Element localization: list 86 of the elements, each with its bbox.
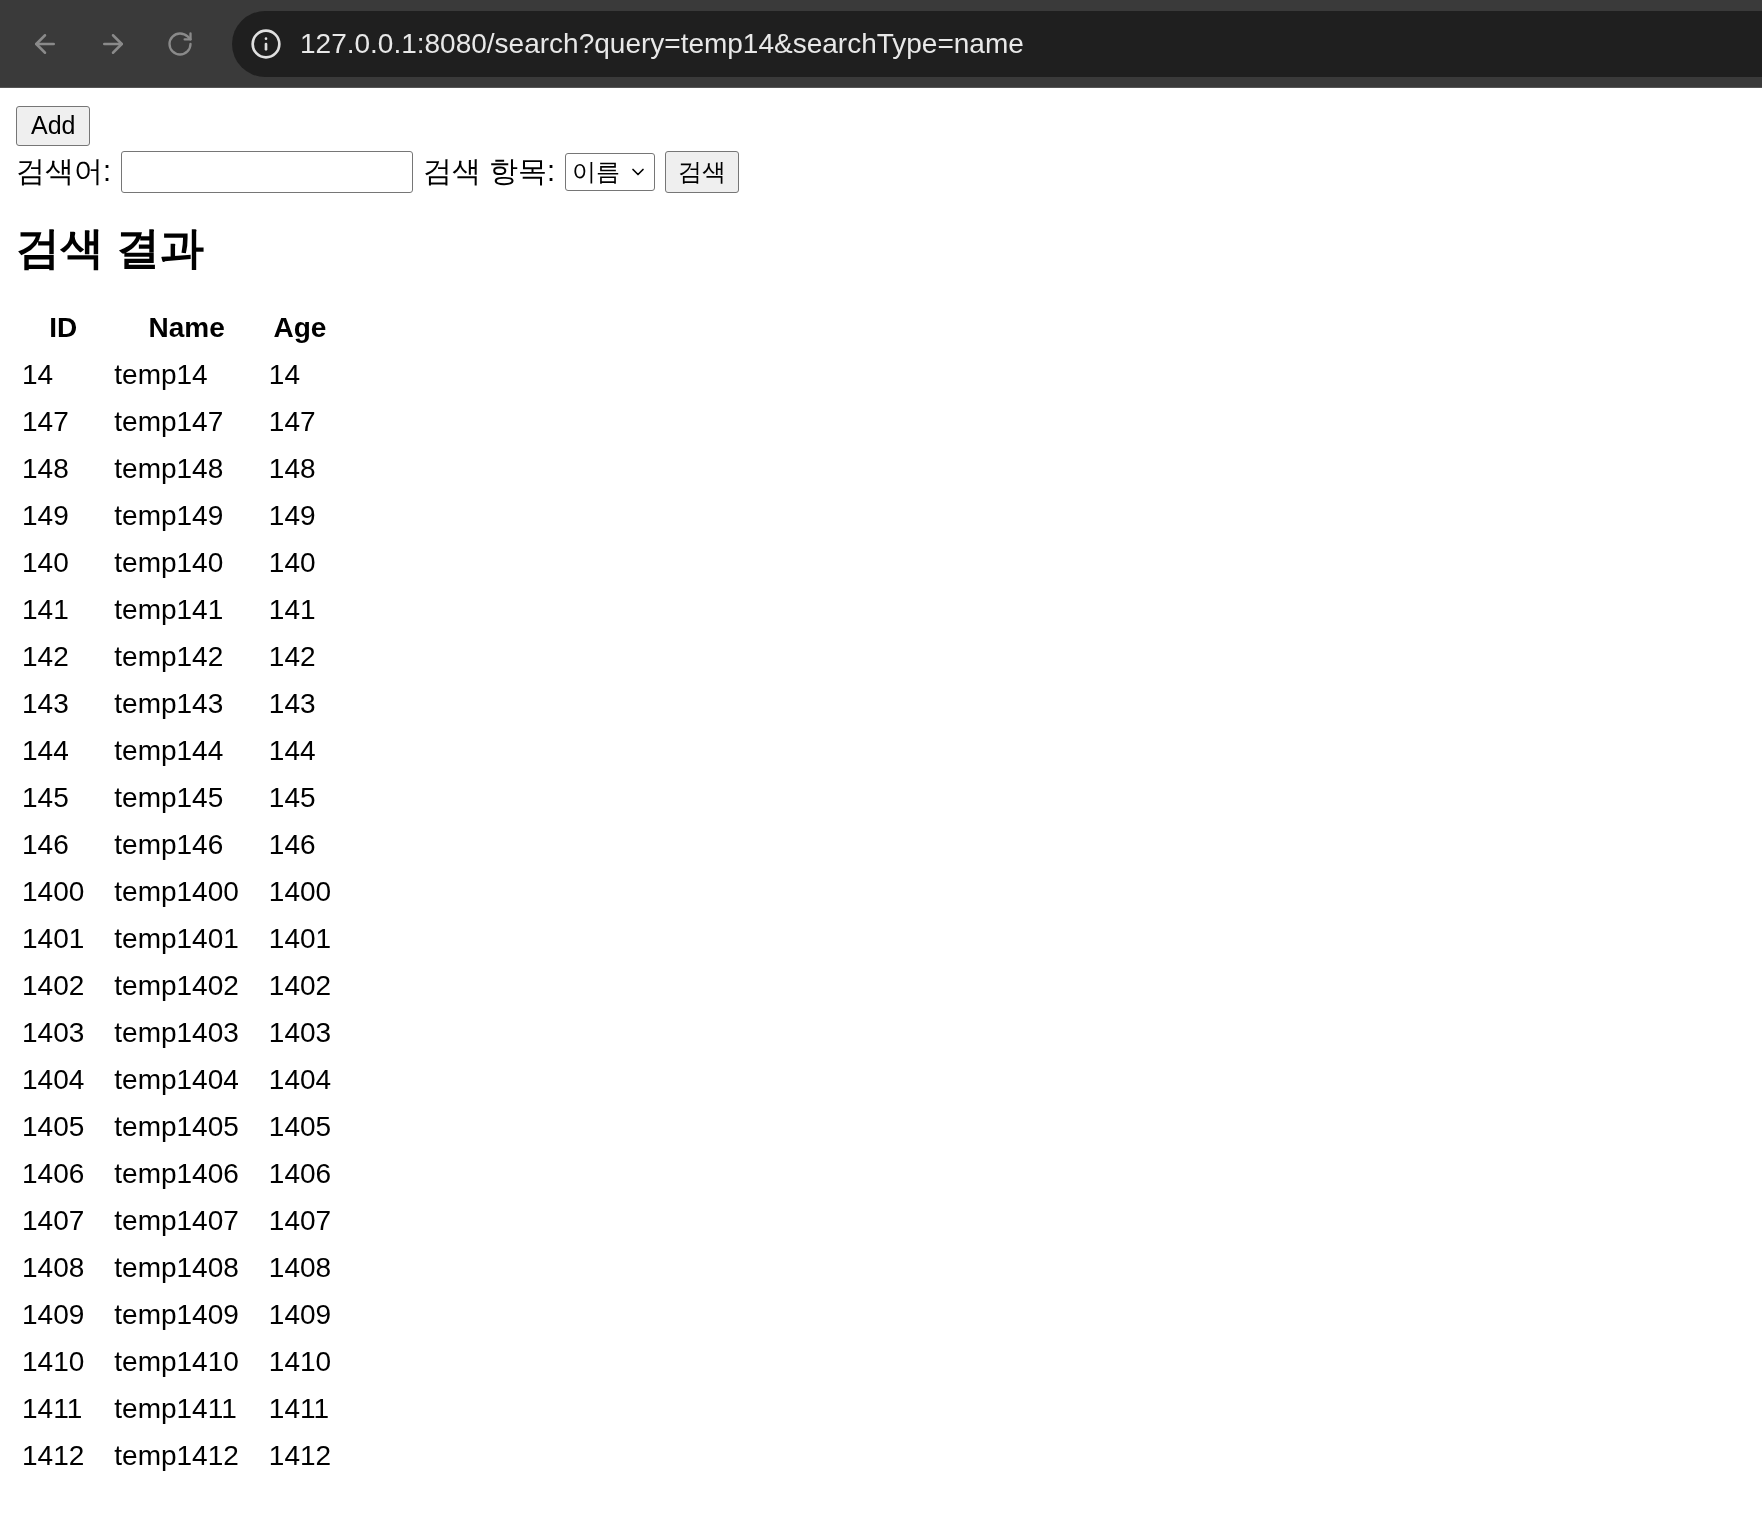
table-cell-text: temp148 (113, 452, 225, 486)
search-label: 검색어: (16, 154, 112, 189)
search-field[interactable] (121, 150, 414, 193)
table-cell-text: temp149 (113, 499, 225, 533)
table-cell-text: temp1406 (113, 1157, 240, 1191)
table-cell-text: temp1409 (113, 1298, 240, 1332)
table-cell-text: temp1404 (113, 1063, 240, 1097)
table-cell-text: 1412 (267, 1439, 333, 1473)
table-cell-text: temp1403 (113, 1016, 240, 1050)
table-cell-text: 1408 (21, 1251, 86, 1285)
table-cell-text: 141 (21, 593, 70, 627)
url-text: 127.0.0.1:8080/search?query=temp14&searchType=name (300, 26, 1024, 61)
search-button[interactable]: 검색 (665, 150, 740, 193)
table-cell-text: 140 (267, 546, 317, 580)
table-cell-text: temp1410 (113, 1345, 240, 1379)
table-cell-text: temp1405 (113, 1110, 240, 1144)
table-cell-text: 147 (267, 405, 317, 439)
column-header: Name (147, 311, 226, 345)
table-cell-text: temp143 (113, 687, 225, 721)
table-cell-text: temp1401 (113, 922, 240, 956)
table-cell-text: 1403 (267, 1016, 333, 1050)
table-cell-text: 144 (21, 734, 70, 768)
table-cell-text: 1407 (21, 1204, 86, 1238)
table-cell-text: 1404 (267, 1063, 333, 1097)
table-cell-text: 145 (21, 781, 70, 815)
table-cell-text: 148 (267, 452, 317, 486)
table-cell-text: 1403 (21, 1016, 86, 1050)
address-bar[interactable]: 127.0.0.1:8080/search?query=temp14&searchType=name (232, 10, 1762, 77)
column-header: Age (272, 311, 328, 345)
table-cell-text: temp1408 (113, 1251, 240, 1285)
table-cell-text: 1410 (21, 1345, 86, 1379)
table-cell-text: 1410 (267, 1345, 333, 1379)
table-cell-text: temp141 (113, 593, 225, 627)
table-cell-text: temp1407 (113, 1204, 240, 1238)
reload-icon[interactable] (166, 29, 194, 58)
table-cell-text: 1412 (21, 1439, 86, 1473)
table-cell-text: temp142 (113, 640, 225, 674)
table-cell-text: 1409 (267, 1298, 333, 1332)
table-cell-text: temp147 (113, 405, 225, 439)
table-cell-text: 14 (21, 358, 55, 392)
results-heading: 검색 결과 (16, 221, 206, 274)
table-cell-text: 1405 (21, 1110, 86, 1144)
table-cell-text: 146 (21, 828, 70, 862)
table-cell-text: 149 (267, 499, 317, 533)
table-cell-text: temp146 (113, 828, 225, 862)
table-cell-text: 1407 (267, 1204, 333, 1238)
table-cell-text: 1409 (21, 1298, 86, 1332)
table-cell-text: temp1402 (113, 969, 240, 1003)
table-cell-text: temp140 (113, 546, 225, 580)
table-cell-text: temp145 (113, 781, 225, 815)
table-cell-text: 142 (267, 640, 317, 674)
table-cell-text: 1402 (21, 969, 86, 1003)
table-cell-text: 141 (267, 593, 317, 627)
table-cell-text: 144 (267, 734, 317, 768)
table-cell-text: 143 (267, 687, 317, 721)
table-cell-text: 149 (21, 499, 70, 533)
table-cell-text: temp1400 (113, 875, 240, 909)
table-cell-text: 147 (21, 405, 70, 439)
table-cell-text: 1405 (267, 1110, 333, 1144)
table-cell-text: 14 (267, 358, 301, 392)
table-cell-text: 145 (267, 781, 317, 815)
table-cell-text: 146 (267, 828, 317, 862)
add-button[interactable]: Add (16, 106, 91, 146)
table-cell-text: 143 (21, 687, 70, 721)
table-cell-text: temp1412 (113, 1439, 240, 1473)
column-header: ID (48, 311, 79, 345)
info-icon[interactable] (250, 27, 282, 60)
table-cell-text: 1408 (267, 1251, 333, 1285)
table-cell-text: temp144 (113, 734, 225, 768)
table-cell-text: 1400 (21, 875, 86, 909)
table-cell-text: 140 (21, 546, 70, 580)
table-cell-text: 1406 (267, 1157, 333, 1191)
table-cell-text: 148 (21, 452, 70, 486)
table-cell-text: 1401 (267, 922, 333, 956)
table-cell-text: 1404 (21, 1063, 86, 1097)
table-cell-text: 1411 (267, 1392, 331, 1426)
table-cell-text: temp14 (113, 358, 209, 392)
search-type-select[interactable]: 이름 (565, 152, 656, 191)
table-cell-text: 142 (21, 640, 70, 674)
table-cell-text: 1406 (21, 1157, 86, 1191)
table-cell-text: 1411 (21, 1392, 84, 1426)
table-cell-text: 1402 (267, 969, 333, 1003)
search-type-label: 검색 항목: (423, 154, 556, 189)
table-cell-text: 1401 (21, 922, 86, 956)
table-cell-text: 1400 (267, 875, 333, 909)
table-cell-text: temp1411 (113, 1392, 238, 1426)
